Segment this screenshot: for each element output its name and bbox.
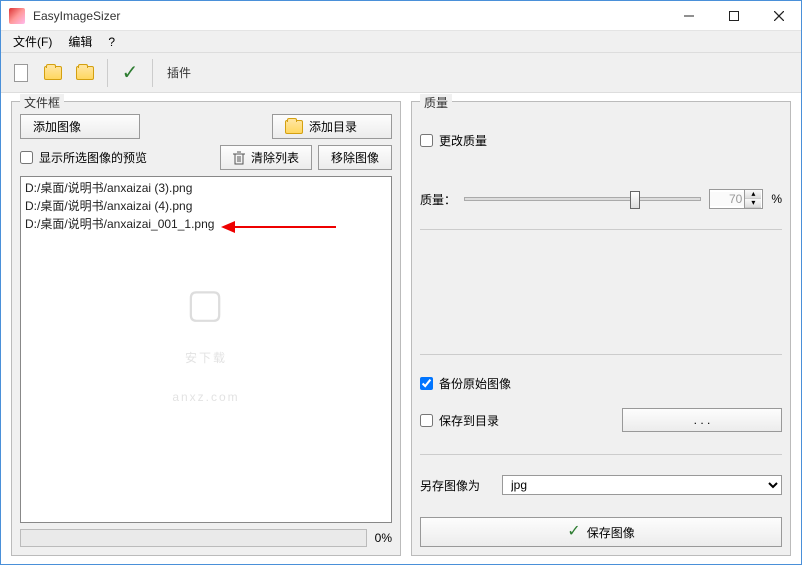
preview-checkbox-label: 显示所选图像的预览	[39, 149, 147, 166]
menu-help[interactable]: ?	[100, 33, 123, 51]
folder-icon	[285, 120, 303, 134]
watermark: ▢ 安下载 anxz.com	[172, 274, 239, 412]
format-select[interactable]: jpg	[502, 475, 782, 495]
file-icon	[14, 64, 28, 82]
menu-file[interactable]: 文件(F)	[5, 31, 60, 52]
save-to-dir-label: 保存到目录	[439, 412, 499, 429]
filebox-title: 文件框	[20, 94, 64, 111]
file-list[interactable]: D:/桌面/说明书/anxaizai (3).png D:/桌面/说明书/anx…	[20, 176, 392, 523]
backup-checkbox[interactable]: 备份原始图像	[420, 375, 782, 392]
content-area: 文件框 添加图像 添加目录 显示所选图像的预览 清除列表 移除图像	[1, 93, 801, 564]
list-item[interactable]: D:/桌面/说明书/anxaizai (4).png	[25, 197, 387, 215]
close-icon	[774, 11, 784, 21]
menu-bar: 文件(F) 编辑 ?	[1, 31, 801, 53]
add-folder-button[interactable]: 添加目录	[272, 114, 392, 139]
check-icon: ✓	[122, 63, 139, 83]
folder-icon	[76, 66, 94, 80]
toolbar-plugin-label: 插件	[167, 64, 191, 81]
minimize-button[interactable]	[666, 1, 711, 31]
shield-icon: ▢	[172, 274, 239, 334]
save-to-dir-input[interactable]	[420, 414, 433, 427]
browse-dir-button[interactable]: . . .	[622, 408, 782, 432]
toolbar: ✓ 插件	[1, 53, 801, 93]
progress-percent: 0%	[375, 531, 392, 545]
toolbar-apply[interactable]: ✓	[116, 58, 144, 88]
quality-panel-title: 质量	[420, 94, 452, 111]
progress-bar	[20, 529, 367, 547]
maximize-icon	[729, 11, 739, 21]
save-as-label: 另存图像为	[420, 477, 490, 494]
save-image-button[interactable]: ✓ 保存图像	[420, 517, 782, 547]
toolbar-separator	[107, 59, 108, 87]
separator	[420, 454, 782, 455]
remove-image-button[interactable]: 移除图像	[318, 145, 392, 170]
trash-icon	[233, 151, 245, 165]
folder-icon	[44, 66, 62, 80]
quality-unit: %	[771, 192, 782, 206]
quality-value-input[interactable]	[710, 192, 744, 206]
toolbar-folder-1[interactable]	[39, 58, 67, 88]
menu-edit[interactable]: 编辑	[60, 31, 100, 52]
list-item[interactable]: D:/桌面/说明书/anxaizai (3).png	[25, 179, 387, 197]
toolbar-new-file[interactable]	[7, 58, 35, 88]
backup-label: 备份原始图像	[439, 375, 511, 392]
separator	[420, 354, 782, 355]
preview-checkbox[interactable]: 显示所选图像的预览	[20, 149, 147, 166]
toolbar-folder-2[interactable]	[71, 58, 99, 88]
quality-spinbox[interactable]: ▴ ▾	[709, 189, 763, 209]
preview-checkbox-input[interactable]	[20, 151, 33, 164]
close-button[interactable]	[756, 1, 801, 31]
filebox-panel: 文件框 添加图像 添加目录 显示所选图像的预览 清除列表 移除图像	[11, 101, 401, 556]
add-image-button[interactable]: 添加图像	[20, 114, 140, 139]
quality-label: 质量：	[420, 191, 456, 208]
maximize-button[interactable]	[711, 1, 756, 31]
quality-slider[interactable]	[464, 197, 701, 201]
app-icon	[9, 8, 25, 24]
list-item[interactable]: D:/桌面/说明书/anxaizai_001_1.png	[25, 215, 387, 233]
title-bar: EasyImageSizer	[1, 1, 801, 31]
toolbar-separator	[152, 59, 153, 87]
change-quality-input[interactable]	[420, 134, 433, 147]
spin-down[interactable]: ▾	[745, 199, 761, 208]
quality-panel: 质量 更改质量 质量： ▴ ▾	[411, 101, 791, 556]
minimize-icon	[684, 11, 694, 21]
save-to-dir-checkbox[interactable]: 保存到目录	[420, 412, 499, 429]
window-title: EasyImageSizer	[33, 9, 666, 23]
check-icon: ✓	[567, 524, 580, 540]
change-quality-label: 更改质量	[439, 132, 487, 149]
backup-checkbox-input[interactable]	[420, 377, 433, 390]
change-quality-checkbox[interactable]: 更改质量	[420, 132, 782, 149]
clear-list-button[interactable]: 清除列表	[220, 145, 312, 170]
slider-thumb[interactable]	[630, 191, 640, 209]
